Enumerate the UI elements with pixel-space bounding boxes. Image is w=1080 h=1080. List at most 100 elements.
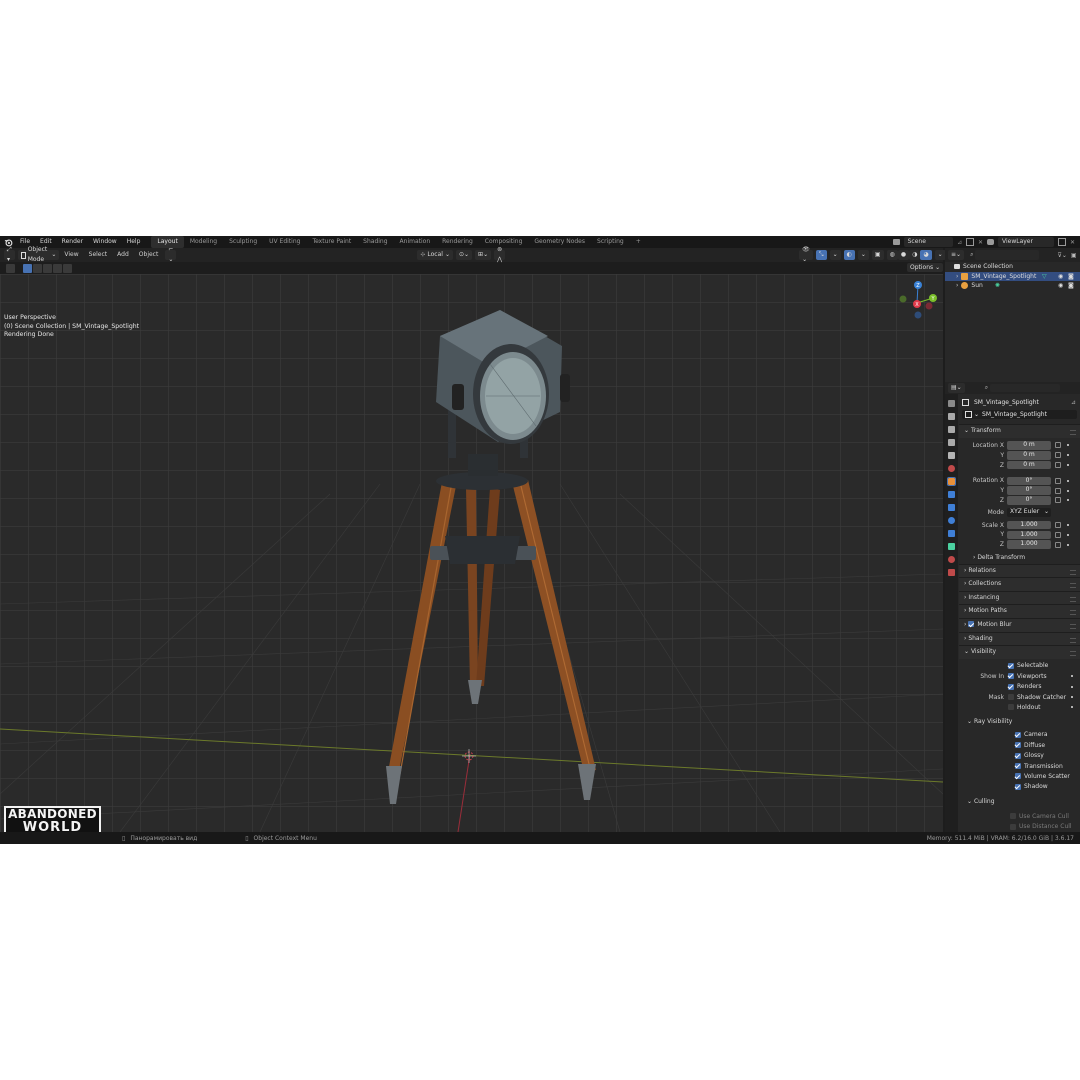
rotation-z-field[interactable]: 0° [1007,496,1051,505]
panel-motion-paths[interactable]: › Motion Paths [959,604,1080,618]
scale-y-field[interactable]: 1.000 [1007,530,1051,540]
scale-z-field[interactable]: 1.000 [1007,540,1051,549]
pin-icon[interactable]: ⊿ [957,239,962,246]
new-collection-icon[interactable]: ▣ [1071,252,1077,259]
menu-render[interactable]: Render [57,236,88,248]
drag-handle-icon[interactable] [1070,651,1076,657]
keyframe-icon[interactable] [1067,489,1069,492]
properties-editor-type-button[interactable]: ▤⌄ [948,383,965,393]
select-invert-icon[interactable] [53,263,62,273]
select-subtract-icon[interactable] [43,263,52,273]
object-tab-icon[interactable] [947,477,956,486]
shading-wireframe-button[interactable]: ◍ [886,250,898,260]
drag-handle-icon[interactable] [1070,569,1076,575]
keyframe-icon[interactable] [1067,479,1069,482]
keyframe-icon[interactable] [1071,696,1073,699]
keyframe-icon[interactable] [1071,685,1073,688]
outliner-editor-type-button[interactable]: ≡⌄ [948,250,965,260]
neg-z-axis-handle[interactable] [914,311,922,319]
add-workspace-button[interactable]: + [630,236,647,248]
location-x-field[interactable]: 0 m [1007,441,1051,450]
outliner-row-sun[interactable]: › Sun ✺ ◉ ◙ [945,281,1080,291]
drag-handle-icon[interactable] [1070,637,1076,643]
options-dropdown[interactable]: Options ⌄ [907,263,944,272]
subpanel-culling[interactable]: ⌄ Culling [959,796,1080,808]
camera-icon[interactable]: ◙ [1068,281,1074,291]
camera-ray-checkbox[interactable] [1015,731,1021,738]
keyframe-icon[interactable] [1067,524,1069,527]
panel-motion-blur[interactable]: › Motion Blur [959,617,1080,632]
tab-geometry-nodes[interactable]: Geometry Nodes [528,236,591,248]
neg-x-axis-handle[interactable] [925,302,933,310]
location-y-field[interactable]: 0 m [1007,450,1051,460]
subpanel-ray-visibility[interactable]: ⌄ Ray Visibility [959,716,1080,728]
keyframe-icon[interactable] [1067,533,1069,536]
lock-icon[interactable] [1055,522,1061,529]
expand-arrow-icon[interactable]: › [956,281,958,291]
proportional-edit-button[interactable]: ⊚ ⋀ [494,246,506,263]
shading-material-button[interactable]: ◑ [909,250,921,260]
spotlight-model[interactable] [436,310,570,458]
snap-target-button[interactable]: ⊞⌄ [475,250,492,260]
lock-icon[interactable] [1055,452,1061,459]
drag-handle-icon[interactable] [1070,596,1076,602]
lock-icon[interactable] [1055,487,1061,494]
navigation-gizmo[interactable]: Z Y X [895,278,941,324]
use-camera-cull-checkbox[interactable] [1010,813,1016,820]
shadow-catcher-checkbox[interactable] [1008,694,1014,701]
tab-scripting[interactable]: Scripting [591,236,630,248]
expand-arrow-icon[interactable]: › [956,272,958,282]
outliner-search-input[interactable] [975,250,1040,260]
mode-dropdown[interactable]: Object Mode ⌄ [17,246,60,263]
rotation-y-field[interactable]: 0° [1007,486,1051,495]
keyframe-icon[interactable] [1067,499,1069,502]
rotation-mode-dropdown[interactable]: XYZ Euler ⌄ [1007,507,1051,517]
constraints-tab-icon[interactable] [948,530,955,537]
overlay-dropdown[interactable]: ⌄ [857,250,869,260]
material-tab-icon[interactable] [948,556,955,563]
panel-collections[interactable]: › Collections [959,577,1080,591]
orientation-button[interactable]: ⌐ ⌄ [165,246,177,263]
3d-cursor-icon[interactable] [462,749,476,763]
menu-object[interactable]: Object [134,248,164,262]
view-layer-tab-icon[interactable] [948,439,955,446]
scene-name-field[interactable]: Scene [903,237,954,247]
eye-icon[interactable]: ◉ [1058,281,1063,291]
lock-icon[interactable] [1055,462,1061,469]
scale-x-field[interactable]: 1.000 [1007,520,1051,530]
lock-icon[interactable] [1055,442,1061,449]
use-distance-cull-checkbox[interactable] [1010,823,1016,830]
holdout-checkbox[interactable] [1008,704,1014,711]
visibility-button[interactable]: 👁⌄ [799,246,813,263]
lock-icon[interactable] [1055,477,1061,484]
menu-add[interactable]: Add [112,248,134,262]
outliner-row-spotlight[interactable]: › SM_Vintage_Spotlight ▽ ◉ ◙ [945,271,1080,282]
tool-cursor-icon[interactable] [6,263,15,273]
tab-rendering[interactable]: Rendering [436,236,479,248]
tab-animation[interactable]: Animation [394,236,437,248]
neg-y-axis-handle[interactable] [899,295,907,303]
volume-scatter-ray-checkbox[interactable] [1015,773,1021,780]
tab-texture-paint[interactable]: Texture Paint [306,236,357,248]
tab-modeling[interactable]: Modeling [184,236,223,248]
diffuse-ray-checkbox[interactable] [1015,742,1021,749]
gizmo-dropdown[interactable]: ⌄ [829,250,841,260]
modifier-tab-icon[interactable] [948,491,955,498]
tab-sculpting[interactable]: Sculpting [223,236,263,248]
copy-view-layer-icon[interactable] [1058,238,1066,246]
keyframe-icon[interactable] [1067,464,1069,467]
keyframe-icon[interactable] [1067,454,1069,457]
menu-help[interactable]: Help [122,236,146,248]
properties-search-input[interactable] [990,384,1061,392]
panel-visibility[interactable]: ⌄ Visibility [959,645,1080,659]
render-tab-icon[interactable] [948,413,955,420]
physics-tab-icon[interactable] [948,517,955,524]
select-intersect-icon[interactable] [63,263,72,273]
keyframe-icon[interactable] [1071,706,1073,709]
lock-icon[interactable] [1055,531,1061,538]
lock-icon[interactable] [1055,541,1061,548]
tab-shading[interactable]: Shading [357,236,393,248]
snap-button[interactable]: ⊙⌄ [455,250,473,260]
object-name-field[interactable]: ⌄ SM_Vintage_Spotlight [962,410,1077,419]
tool-tab-icon[interactable] [948,400,955,407]
